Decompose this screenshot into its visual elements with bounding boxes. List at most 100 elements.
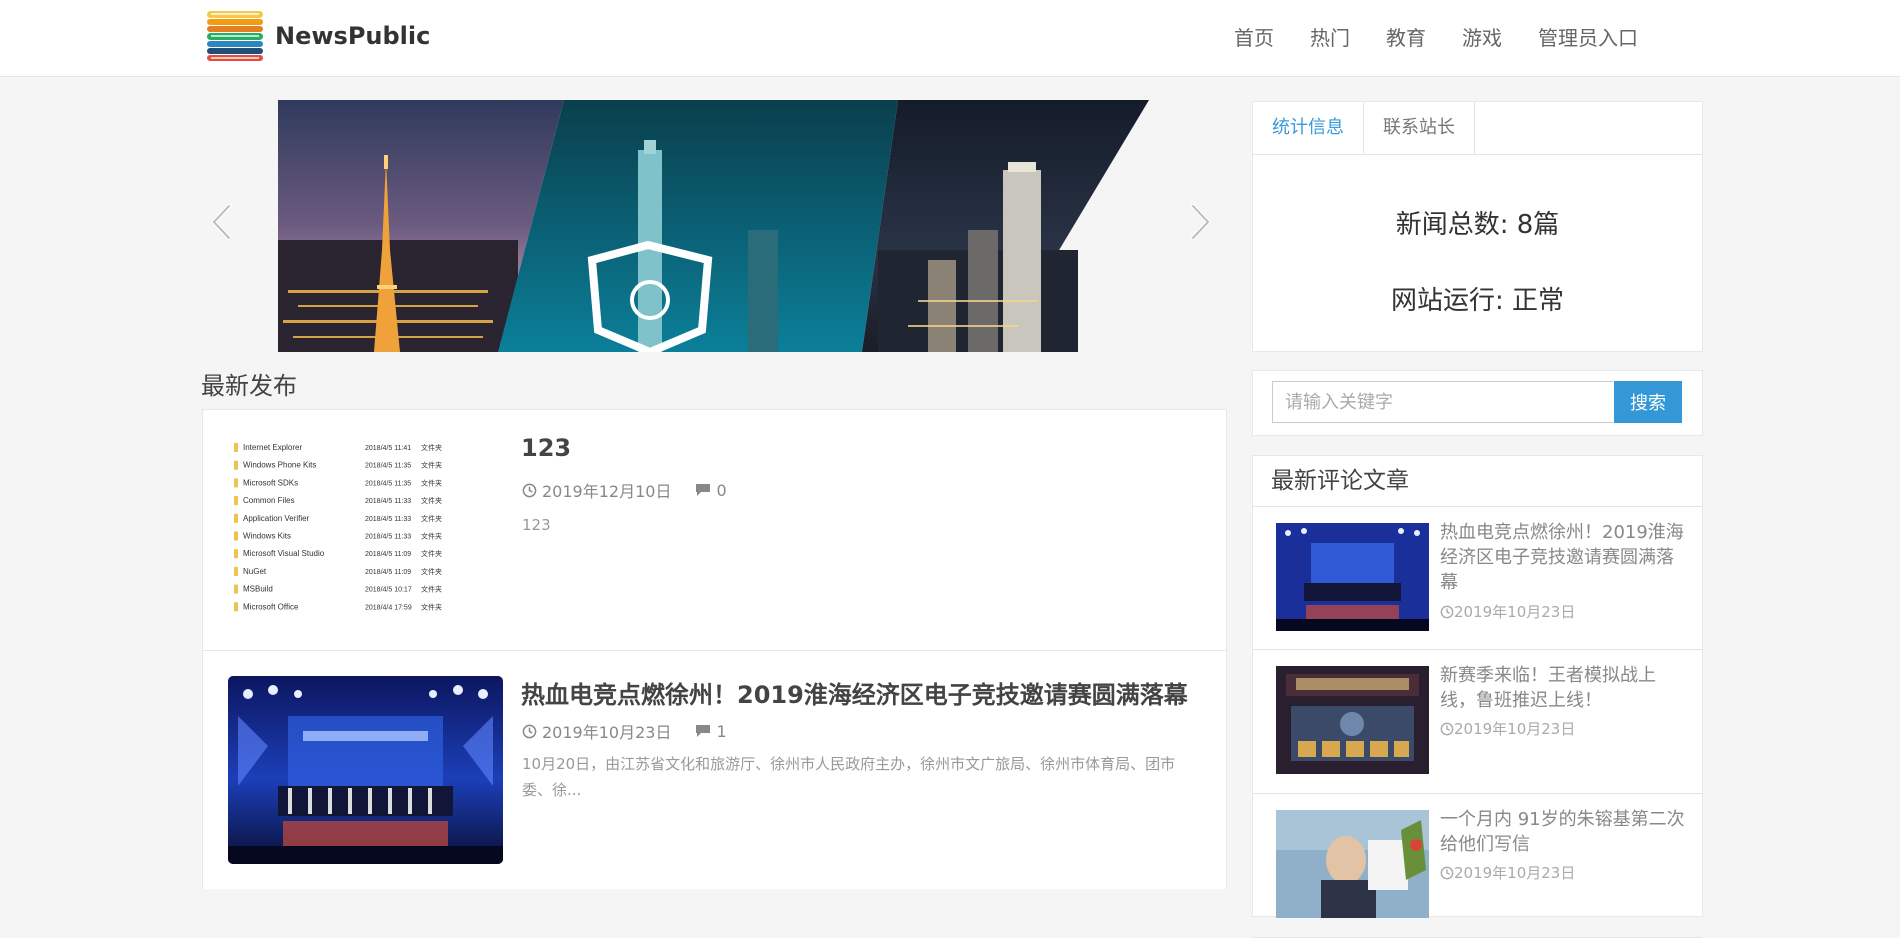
search-panel: 搜索	[1252, 370, 1703, 436]
folder-icon	[234, 602, 238, 612]
thumb-row-text: 文件夹	[421, 443, 442, 452]
thumb-row-text: 2018/4/5 11:33	[365, 498, 411, 505]
recent-date-row: 2019年10月23日	[1440, 862, 1575, 883]
thumb-row-text: 2018/4/4 17:59	[365, 604, 412, 611]
post-title[interactable]: 热血电竞点燃徐州！2019淮海经济区电子竞技邀请赛圆满落幕	[521, 675, 1188, 710]
thumb-row-text: NuGet	[243, 567, 267, 576]
brand-name: NewsPublic	[275, 22, 431, 50]
post-meta: 2019年10月23日 1	[522, 719, 727, 743]
clock-icon	[522, 724, 537, 739]
post-date: 2019年10月23日	[542, 723, 672, 742]
post-thumbnail[interactable]	[228, 676, 503, 864]
thumb-row-text: Microsoft SDKs	[243, 478, 298, 487]
thumb-row-text: 文件夹	[421, 478, 442, 487]
post-comment-count: 0	[716, 480, 727, 500]
nav-home[interactable]: 首页	[1234, 22, 1274, 54]
clock-icon	[1440, 866, 1454, 879]
stats-panel: 统计信息 联系站长 新闻总数: 8篇 网站运行: 正常	[1252, 101, 1703, 352]
search-button[interactable]: 搜索	[1614, 381, 1682, 423]
thumb-row-text: 文件夹	[421, 532, 442, 541]
comment-icon	[695, 483, 711, 497]
top-navbar: NewsPublic 首页 热门 教育 游戏 管理员入口	[0, 0, 1900, 77]
recent-panel-title: 最新评论文章	[1253, 456, 1702, 507]
folder-icon	[234, 478, 238, 488]
recent-title[interactable]: 一个月内 91岁的朱镕基第二次给他们写信	[1440, 807, 1685, 857]
thumb-row-text: 2018/4/5 11:09	[365, 569, 411, 576]
thumb-row-text: 文件夹	[421, 461, 442, 470]
folder-icon	[234, 531, 238, 541]
clock-icon	[1440, 605, 1454, 618]
tab-contact[interactable]: 联系站长	[1364, 102, 1475, 154]
thumb-row-text: Common Files	[243, 496, 295, 505]
thumb-row-text: 文件夹	[421, 549, 442, 558]
carousel-next-button[interactable]	[1186, 200, 1216, 244]
post-excerpt: 10月20日，由江苏省文化和旅游厅、徐州市人民政府主办，徐州市文广旅局、徐州市体…	[522, 755, 1176, 799]
post-thumbnail[interactable]: Internet Explorer 2018/4/5 11:41 文件夹 Window…	[228, 437, 458, 627]
recent-title[interactable]: 新赛季来临！王者模拟战上线，鲁班推迟上线！	[1440, 663, 1685, 713]
thumb-row-text: Windows Kits	[243, 532, 291, 541]
folder-icon	[234, 513, 238, 523]
post-comment-count: 1	[716, 721, 727, 741]
recent-date-row: 2019年10月23日	[1440, 601, 1575, 622]
post-date: 2019年12月10日	[542, 482, 672, 501]
comment-icon	[695, 724, 711, 738]
recent-item[interactable]: 热血电竞点燃徐州！2019淮海经济区电子竞技邀请赛圆满落幕 2019年10月23…	[1253, 507, 1702, 650]
recent-date-row: 2019年10月23日	[1440, 718, 1575, 739]
nav-admin[interactable]: 管理员入口	[1538, 22, 1638, 54]
folder-icon	[234, 460, 238, 470]
clock-icon	[1440, 722, 1454, 735]
recent-date: 2019年10月23日	[1454, 603, 1576, 621]
recent-item[interactable]: 新赛季来临！王者模拟战上线，鲁班推迟上线！ 2019年10月23日	[1253, 650, 1702, 794]
recent-date: 2019年10月23日	[1454, 864, 1576, 882]
stats-tabs: 统计信息 联系站长	[1253, 102, 1702, 155]
tab-stats[interactable]: 统计信息	[1253, 102, 1364, 154]
recent-thumbnail[interactable]	[1276, 523, 1429, 631]
thumb-row-text: Microsoft Office	[243, 602, 299, 611]
recent-date: 2019年10月23日	[1454, 720, 1576, 738]
thumb-row-text: 2018/4/5 11:41	[365, 445, 411, 452]
thumb-row-text: Application Verifier	[243, 514, 310, 523]
post-item: Internet Explorer 2018/4/5 11:41 文件夹 Window…	[202, 409, 1227, 650]
folder-icon	[234, 443, 238, 452]
thumb-row-text: 2018/4/5 10:17	[365, 587, 412, 594]
folder-icon	[234, 566, 238, 576]
latest-post-list: Internet Explorer 2018/4/5 11:41 文件夹 Window…	[202, 409, 1227, 889]
recent-thumbnail[interactable]	[1276, 666, 1429, 774]
thumb-row-text: Microsoft Visual Studio	[243, 549, 325, 558]
chevron-right-icon	[1191, 204, 1211, 240]
site-status: 网站运行: 正常	[1390, 286, 1565, 316]
folder-icon	[234, 549, 238, 559]
thumb-row-text: 文件夹	[421, 496, 442, 505]
carousel-prev-button[interactable]	[206, 200, 236, 244]
nav-education[interactable]: 教育	[1386, 22, 1426, 54]
thumb-row-text: 文件夹	[421, 585, 442, 594]
post-title[interactable]: 123	[521, 434, 571, 462]
thumb-row-text: 文件夹	[421, 567, 442, 576]
post-meta: 2019年12月10日 0	[522, 478, 727, 502]
recent-thumbnail[interactable]	[1276, 810, 1429, 918]
thumb-row-text: 2018/4/5 11:33	[365, 516, 411, 523]
folder-icon	[234, 496, 238, 506]
news-total: 新闻总数: 8篇	[1395, 210, 1560, 240]
thumb-row-text: 2018/4/5 11:09	[365, 551, 411, 558]
thumb-row-text: Windows Phone Kits	[243, 461, 316, 470]
recent-item[interactable]: 一个月内 91岁的朱镕基第二次给他们写信 2019年10月23日	[1253, 794, 1702, 938]
chevron-left-icon	[211, 204, 231, 240]
thumb-row-text: 文件夹	[421, 602, 442, 611]
thumb-row-text: 2018/4/5 11:35	[365, 463, 411, 470]
thumb-row-text: MSBuild	[243, 585, 273, 594]
brand-link[interactable]: NewsPublic	[205, 6, 430, 66]
nav-hot[interactable]: 热门	[1310, 22, 1350, 54]
thumb-row-text: 文件夹	[421, 514, 442, 523]
post-excerpt: 123	[522, 516, 551, 534]
main-nav: 首页 热门 教育 游戏 管理员入口	[1234, 22, 1674, 54]
recent-comments-panel: 最新评论文章 热血电竞点燃徐州！2019淮海经济区电子竞技邀请赛圆满落幕 201…	[1252, 455, 1703, 938]
search-input[interactable]	[1272, 381, 1613, 423]
thumb-row-text: 2018/4/5 11:35	[365, 480, 411, 487]
clock-icon	[522, 483, 537, 498]
latest-section-title: 最新发布	[201, 372, 297, 400]
folder-icon	[234, 584, 238, 594]
carousel-slide-image[interactable]	[278, 100, 1149, 352]
nav-games[interactable]: 游戏	[1462, 22, 1502, 54]
recent-title[interactable]: 热血电竞点燃徐州！2019淮海经济区电子竞技邀请赛圆满落幕	[1440, 520, 1685, 595]
